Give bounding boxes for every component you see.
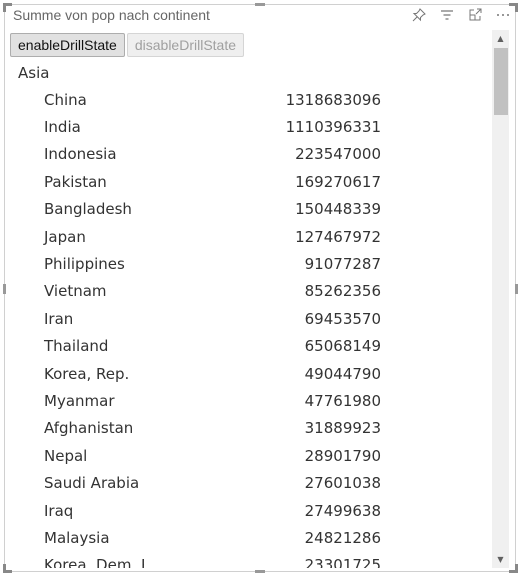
scrollbar-thumb[interactable]: [494, 48, 508, 115]
resize-handle-top[interactable]: [255, 3, 265, 6]
population-value: 47761980: [304, 391, 381, 410]
population-value: 28901790: [304, 446, 381, 465]
country-name: Iran: [44, 309, 74, 328]
population-value: 150448339: [295, 200, 381, 219]
country-name: China: [44, 90, 87, 109]
population-value: 85262356: [304, 282, 381, 301]
population-value: 223547000: [295, 145, 381, 164]
more-options-icon[interactable]: [495, 7, 511, 23]
scroll-down-arrow-icon[interactable]: ▼: [492, 551, 509, 568]
resize-handle-top-left[interactable]: [3, 3, 12, 12]
country-name: Afghanistan: [44, 419, 134, 438]
table-row[interactable]: Korea, Dem. Rep. 23301725: [10, 552, 390, 568]
visual-header-toolbar: [411, 7, 511, 23]
resize-handle-bottom-right[interactable]: [509, 564, 518, 573]
country-name: Philippines: [44, 255, 125, 274]
filter-icon[interactable]: [439, 7, 455, 23]
country-name: Korea, Dem. Rep.: [44, 556, 144, 568]
vertical-scrollbar[interactable]: ▲ ▼: [492, 30, 509, 568]
table-row[interactable]: Vietnam 85262356: [10, 278, 390, 305]
table-row[interactable]: Korea, Rep. 49044790: [10, 360, 390, 387]
table-row[interactable]: Malaysia 24821286: [10, 524, 390, 551]
population-value: 27601038: [304, 474, 381, 493]
country-name: Japan: [44, 227, 86, 246]
scroll-up-arrow-icon[interactable]: ▲: [492, 30, 509, 47]
focus-mode-icon[interactable]: [467, 7, 483, 23]
table-row[interactable]: Iraq 27499638: [10, 497, 390, 524]
country-name: Pakistan: [44, 172, 107, 191]
table-row[interactable]: Thailand 65068149: [10, 333, 390, 360]
population-value: 31889923: [304, 419, 381, 438]
disable-drill-state-button: disableDrillState: [126, 33, 245, 57]
country-name: Nepal: [44, 446, 88, 465]
enable-drill-state-button[interactable]: enableDrillState: [10, 33, 125, 57]
resize-handle-bottom[interactable]: [255, 570, 265, 573]
table-row[interactable]: Myanmar 47761980: [10, 387, 390, 414]
drill-state-buttons: enableDrillState disableDrillState: [10, 33, 245, 57]
table-row[interactable]: Afghanistan 31889923: [10, 415, 390, 442]
table-row[interactable]: Pakistan 169270617: [10, 168, 390, 195]
matrix-table: Asia China 1318683096 India 1110396331 Indon…: [10, 60, 390, 568]
resize-handle-left[interactable]: [3, 284, 6, 294]
visual-title: Summe von pop nach continent: [13, 7, 210, 23]
country-name: Iraq: [44, 501, 74, 520]
population-value: 24821286: [304, 528, 381, 547]
population-value: 65068149: [304, 337, 381, 356]
table-row[interactable]: Bangladesh 150448339: [10, 196, 390, 223]
table-row[interactable]: Iran 69453570: [10, 305, 390, 332]
resize-handle-right[interactable]: [515, 284, 518, 294]
country-name: Myanmar: [44, 391, 115, 410]
table-row[interactable]: Saudi Arabia 27601038: [10, 469, 390, 496]
country-name: Vietnam: [44, 282, 107, 301]
country-name: Korea, Rep.: [44, 364, 130, 383]
population-value: 1318683096: [285, 90, 381, 109]
population-value: 127467972: [295, 227, 381, 246]
population-value: 23301725: [304, 556, 381, 568]
population-value: 69453570: [304, 309, 381, 328]
group-header-asia[interactable]: Asia: [10, 60, 390, 86]
country-name: Malaysia: [44, 528, 110, 547]
population-value: 49044790: [304, 364, 381, 383]
table-row[interactable]: Japan 127467972: [10, 223, 390, 250]
table-row[interactable]: China 1318683096: [10, 86, 390, 113]
country-name: Bangladesh: [44, 200, 132, 219]
population-value: 1110396331: [285, 118, 381, 137]
table-rows: China 1318683096 India 1110396331 Indonesia 2…: [10, 86, 390, 568]
table-row[interactable]: Indonesia 223547000: [10, 141, 390, 168]
table-row[interactable]: Nepal 28901790: [10, 442, 390, 469]
country-name: India: [44, 118, 81, 137]
population-value: 27499638: [304, 501, 381, 520]
table-row[interactable]: Philippines 91077287: [10, 250, 390, 277]
table-row[interactable]: India 1110396331: [10, 113, 390, 140]
country-name: Thailand: [44, 337, 109, 356]
country-name: Indonesia: [44, 145, 117, 164]
pin-icon[interactable]: [411, 7, 427, 23]
population-value: 91077287: [304, 255, 381, 274]
country-name: Saudi Arabia: [44, 474, 140, 493]
population-value: 169270617: [295, 172, 381, 191]
